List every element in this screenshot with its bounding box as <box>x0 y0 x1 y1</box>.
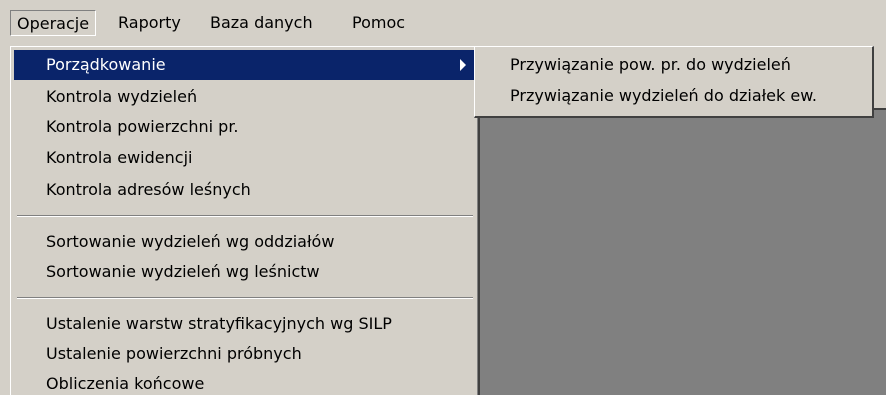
menu-operacje[interactable]: Operacje <box>10 10 97 36</box>
menu-raporty[interactable]: Raporty <box>112 10 187 36</box>
menu-item-sortowanie-lesnictwa[interactable]: Sortowanie wydzieleń wg leśnictw <box>14 257 476 287</box>
porzadkowanie-submenu: Przywiązanie pow. pr. do wydzieleń Przyw… <box>474 46 874 118</box>
menu-item-ustalenie-warstw[interactable]: Ustalenie warstw stratyfikacyjnych wg SI… <box>14 309 476 339</box>
menu-item-kontrola-ewidencji[interactable]: Kontrola ewidencji <box>14 143 476 173</box>
submenu-item-przywiazanie-wydzielen[interactable]: Przywiązanie wydzieleń do działek ew. <box>478 81 868 111</box>
menu-item-kontrola-powierzchni[interactable]: Kontrola powierzchni pr. <box>14 112 476 142</box>
menu-item-label: Porządkowanie <box>46 55 166 74</box>
menu-item-sortowanie-oddzialy[interactable]: Sortowanie wydzieleń wg oddziałów <box>14 227 476 257</box>
workspace-area <box>480 108 886 395</box>
submenu-item-przywiazanie-pow-pr[interactable]: Przywiązanie pow. pr. do wydzieleń <box>478 50 868 80</box>
menu-item-porzadkowanie[interactable]: Porządkowanie <box>14 50 476 80</box>
menu-item-kontrola-adresow[interactable]: Kontrola adresów leśnych <box>14 175 476 205</box>
menu-baza-danych[interactable]: Baza danych <box>204 10 319 36</box>
menu-item-obliczenia-koncowe[interactable]: Obliczenia końcowe <box>14 369 476 395</box>
operacje-dropdown: Porządkowanie Kontrola wydzieleń Kontrol… <box>10 46 480 395</box>
application-window: Operacje Raporty Baza danych Pomoc Porzą… <box>0 0 886 395</box>
menu-item-kontrola-wydzielen[interactable]: Kontrola wydzieleń <box>14 82 476 112</box>
menu-bar: Operacje Raporty Baza danych Pomoc <box>0 0 886 40</box>
menu-item-ustalenie-powierzchni[interactable]: Ustalenie powierzchni próbnych <box>14 339 476 369</box>
menu-separator <box>17 215 473 217</box>
menu-pomoc[interactable]: Pomoc <box>346 10 411 36</box>
submenu-arrow-icon <box>460 59 466 71</box>
menu-separator <box>17 297 473 299</box>
